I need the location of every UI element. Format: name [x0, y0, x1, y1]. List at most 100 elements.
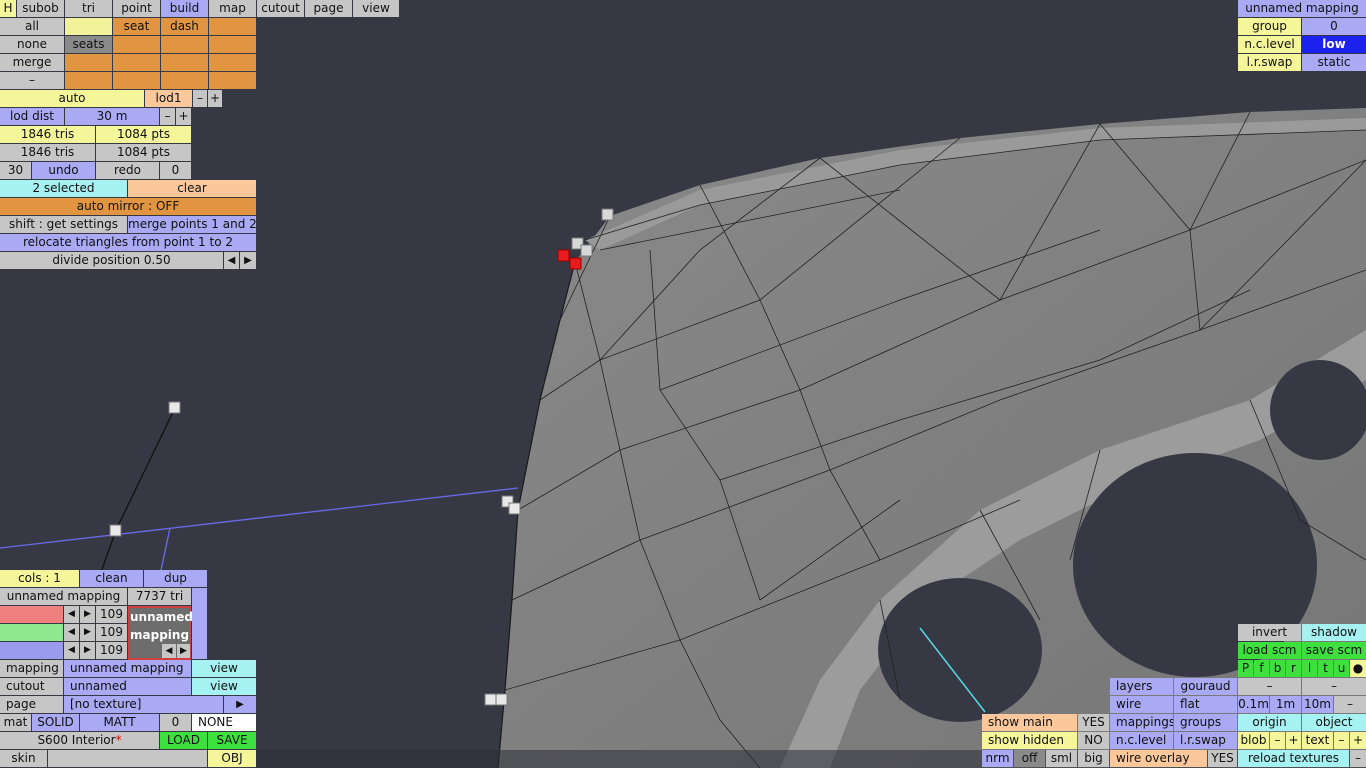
flag-f-toggle[interactable]: f — [1254, 660, 1269, 677]
origin-button[interactable]: origin — [1238, 714, 1301, 731]
flag-l-toggle[interactable]: l — [1302, 660, 1317, 677]
lr-swap-value[interactable]: static — [1302, 54, 1366, 71]
invert-button[interactable]: invert — [1238, 624, 1301, 641]
mapping-scrollbar[interactable] — [192, 588, 207, 659]
save-button[interactable]: SAVE — [208, 732, 256, 749]
group-seats-button[interactable]: seats — [65, 36, 112, 53]
group-slot[interactable] — [209, 72, 256, 89]
load-scm-button[interactable]: load scm — [1238, 642, 1301, 659]
green-right-arrow-icon[interactable]: ▶ — [80, 624, 95, 641]
group-slot[interactable] — [65, 54, 112, 71]
vertex-handle[interactable] — [484, 693, 497, 706]
select-all-button[interactable]: all — [0, 18, 64, 35]
tab-map[interactable]: map — [209, 0, 256, 17]
tab-page[interactable]: page — [305, 0, 352, 17]
vertex-handle[interactable] — [601, 208, 614, 221]
tab-tri[interactable]: tri — [65, 0, 112, 17]
group-value[interactable]: 0 — [1302, 18, 1366, 35]
group-slot[interactable] — [65, 72, 112, 89]
save-scm-button[interactable]: save scm — [1302, 642, 1366, 659]
blob-plus-button[interactable]: + — [1286, 732, 1301, 749]
obj-button[interactable]: OBJ — [208, 750, 256, 767]
group-slot[interactable] — [209, 36, 256, 53]
scale-10m-button[interactable]: 10m — [1302, 696, 1333, 713]
vertex-handle[interactable] — [109, 524, 122, 537]
vertex-handle[interactable] — [495, 693, 508, 706]
auto-mirror-toggle[interactable]: auto mirror : OFF — [0, 198, 256, 215]
text-plus-button[interactable]: + — [1350, 732, 1366, 749]
vertex-handle[interactable] — [580, 244, 593, 257]
reload-minus-button[interactable]: – — [1350, 750, 1366, 767]
flag-t-toggle[interactable]: t — [1318, 660, 1333, 677]
nc-level-button[interactable]: n.c.level — [1110, 732, 1173, 749]
selected-vertex-handle[interactable] — [569, 257, 582, 270]
blue-slider[interactable] — [0, 642, 63, 659]
preview-right-arrow-icon[interactable]: ▶ — [177, 644, 190, 658]
group-slot[interactable] — [161, 54, 208, 71]
scale-01m-button[interactable]: 0.1m — [1238, 696, 1269, 713]
redo-button[interactable]: redo — [96, 162, 159, 179]
red-right-arrow-icon[interactable]: ▶ — [80, 606, 95, 623]
merge-points-button[interactable]: merge points 1 and 2 — [128, 216, 256, 233]
object-button[interactable]: object — [1302, 714, 1366, 731]
lod-plus-button[interactable]: + — [208, 90, 222, 107]
divide-left-arrow-icon[interactable]: ◀ — [224, 252, 239, 269]
dash-button[interactable]: – — [1302, 678, 1366, 695]
group-slot[interactable] — [161, 36, 208, 53]
tab-cutout[interactable]: cutout — [257, 0, 304, 17]
tab-subob[interactable]: subob — [17, 0, 64, 17]
flag-p-toggle[interactable]: P — [1238, 660, 1253, 677]
group-slot[interactable] — [161, 72, 208, 89]
relocate-triangles-button[interactable]: relocate triangles from point 1 to 2 — [0, 234, 256, 251]
lod-auto-button[interactable]: auto — [0, 90, 144, 107]
show-hidden-value[interactable]: NO — [1078, 732, 1109, 749]
skin-field[interactable] — [48, 750, 207, 767]
blob-minus-button[interactable]: – — [1270, 732, 1285, 749]
nc-level-value[interactable]: low — [1302, 36, 1366, 53]
clean-button[interactable]: clean — [80, 570, 143, 587]
sml-button[interactable]: sml — [1046, 750, 1077, 767]
flat-button[interactable]: flat — [1174, 696, 1237, 713]
shadow-button[interactable]: shadow — [1302, 624, 1366, 641]
lod1-button[interactable]: lod1 — [145, 90, 192, 107]
flag-dot-icon[interactable]: ● — [1350, 660, 1366, 677]
lod-dist-value[interactable]: 30 m — [65, 108, 159, 125]
big-button[interactable]: big — [1078, 750, 1109, 767]
group-slot[interactable] — [113, 54, 160, 71]
show-hidden-button[interactable]: show hidden — [982, 732, 1077, 749]
page-field[interactable]: [no texture] — [64, 696, 223, 713]
h-button[interactable]: H — [0, 0, 16, 17]
merge-button[interactable]: merge — [0, 54, 64, 71]
lod-minus-button[interactable]: – — [193, 90, 207, 107]
blue-left-arrow-icon[interactable]: ◀ — [64, 642, 79, 659]
group-slot[interactable] — [113, 36, 160, 53]
mapping-view-button[interactable]: view — [192, 660, 256, 677]
red-left-arrow-icon[interactable]: ◀ — [64, 606, 79, 623]
reload-textures-button[interactable]: reload textures — [1238, 750, 1349, 767]
flag-r-toggle[interactable]: r — [1286, 660, 1301, 677]
matt-button[interactable]: MATT — [80, 714, 159, 731]
group-slot[interactable] — [209, 18, 256, 35]
blue-right-arrow-icon[interactable]: ▶ — [80, 642, 95, 659]
red-slider[interactable] — [0, 606, 63, 623]
vertex-handle[interactable] — [168, 401, 181, 414]
off-button[interactable]: off — [1014, 750, 1045, 767]
vertex-handle[interactable] — [508, 502, 521, 515]
scale-minus-button[interactable]: – — [1334, 696, 1366, 713]
nrm-button[interactable]: nrm — [982, 750, 1013, 767]
get-settings-button[interactable]: shift : get settings — [0, 216, 127, 233]
wire-overlay-value[interactable]: YES — [1208, 750, 1237, 767]
show-main-button[interactable]: show main — [982, 714, 1077, 731]
mapping-field[interactable]: unnamed mapping — [64, 660, 191, 677]
group-slot[interactable] — [65, 18, 112, 35]
group-slot[interactable] — [113, 72, 160, 89]
selected-vertex-handle[interactable] — [557, 249, 570, 262]
tab-build[interactable]: build — [161, 0, 208, 17]
wire-button[interactable]: wire — [1110, 696, 1173, 713]
mappings-button[interactable]: mappings — [1110, 714, 1173, 731]
flag-b-toggle[interactable]: b — [1270, 660, 1285, 677]
cutout-view-button[interactable]: view — [192, 678, 256, 695]
undo-button[interactable]: undo — [32, 162, 95, 179]
layers-button[interactable]: layers — [1110, 678, 1173, 695]
mat-none-field[interactable]: NONE — [192, 714, 256, 731]
